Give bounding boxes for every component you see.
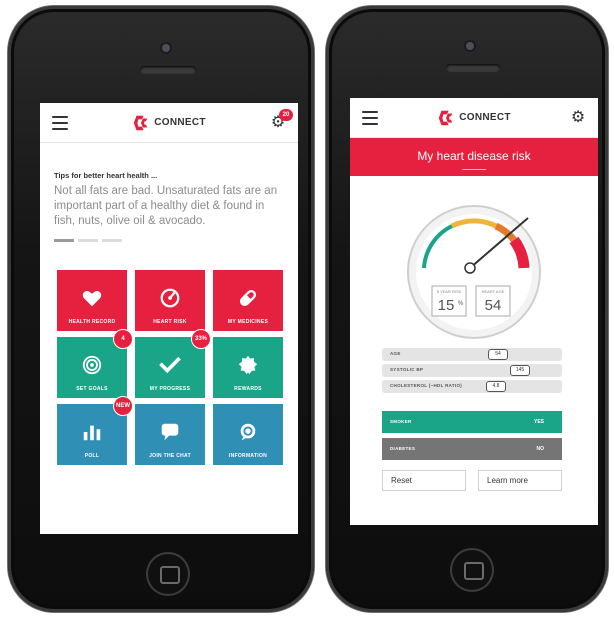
risk-factors: AGE 54 SYSTOLIC BP 145 CHOLESTEROL (~HDL…: [382, 348, 562, 396]
tile-label: JOIN THE CHAT: [149, 453, 191, 459]
feature-grid: HEALTH RECORD HEART RISK MY MEDICINES SE…: [57, 270, 283, 465]
connect-logo-icon: [439, 110, 453, 125]
tile-label: SET GOALS: [76, 386, 108, 392]
brand-name: CONNECT: [154, 117, 206, 128]
metric-row-cholesterol: CHOLESTEROL (~HDL RATIO) 4.8: [382, 380, 562, 393]
tips-body: Not all fats are bad. Unsaturated fats a…: [54, 185, 278, 227]
cholesterol-field[interactable]: 4.8: [486, 381, 506, 392]
gauge-pivot: [464, 262, 476, 274]
tile-set-goals[interactable]: SET GOALS 4: [57, 329, 133, 398]
systolic-bp-field[interactable]: 145: [510, 365, 530, 376]
front-camera: [162, 44, 170, 52]
metric-row-age: AGE 54: [382, 348, 562, 361]
metric-label: AGE: [390, 351, 401, 356]
metric-label: CHOLESTEROL (~HDL RATIO): [390, 383, 463, 388]
tile-rewards[interactable]: REWARDS: [213, 337, 283, 398]
five-year-risk-unit: %: [458, 301, 464, 307]
smoker-toggle[interactable]: SMOKER YES: [382, 411, 562, 433]
app-header: CONNECT ⚙ 20: [40, 103, 298, 143]
carousel-dot[interactable]: [102, 239, 122, 242]
info-icon: [240, 423, 256, 441]
tile-label: MY MEDICINES: [227, 319, 269, 325]
toggle-value: YES: [533, 419, 544, 425]
earpiece-speaker: [446, 64, 500, 72]
target-icon: [82, 355, 102, 375]
check-icon: [159, 356, 181, 374]
progress-percent-badge: 33%: [191, 329, 211, 349]
tile-heart-risk[interactable]: HEART RISK: [135, 270, 205, 331]
reset-button[interactable]: Reset: [382, 470, 466, 491]
carousel-indicator[interactable]: [54, 239, 284, 242]
stage: CONNECT ⚙ 20 Tips for better heart healt…: [0, 0, 614, 617]
tile-join-the-chat[interactable]: JOIN THE CHAT: [135, 404, 205, 465]
carousel-dot[interactable]: [78, 239, 98, 242]
heart-age-label: HEART AGE: [482, 289, 505, 294]
five-year-risk-label: 5 YEAR RISK: [437, 289, 462, 294]
brand-name: CONNECT: [459, 112, 511, 123]
tile-label: HEALTH RECORD: [68, 319, 116, 325]
goals-count-badge: 4: [113, 329, 133, 349]
tips-panel: Tips for better heart health ... Not all…: [40, 143, 298, 242]
pill-icon: [239, 289, 257, 307]
gauge-icon: [160, 288, 180, 308]
tips-title: Tips for better heart health ...: [54, 171, 158, 180]
badge-icon: [238, 355, 258, 375]
metric-row-systolic-bp: SYSTOLIC BP 145: [382, 364, 562, 377]
learn-more-button[interactable]: Learn more: [478, 470, 562, 491]
toggle-label: DIABETES: [390, 446, 416, 451]
tile-label: REWARDS: [234, 386, 262, 392]
tile-information[interactable]: INFORMATION: [213, 404, 283, 465]
home-button[interactable]: [146, 552, 190, 596]
app-header: CONNECT ⚙: [350, 98, 598, 138]
age-field[interactable]: 54: [488, 349, 508, 360]
brand: CONNECT: [437, 109, 511, 127]
tile-label: HEART RISK: [153, 319, 187, 325]
diabetes-toggle[interactable]: DIABETES NO: [382, 438, 562, 460]
chat-icon: [161, 423, 179, 441]
connect-logo-icon: [134, 115, 148, 130]
earpiece-speaker: [140, 66, 196, 74]
front-camera: [466, 42, 474, 50]
risk-gauge: 5 YEAR RISK HEART AGE 15 % 54: [407, 205, 541, 339]
tile-label: MY PROGRESS: [149, 386, 191, 392]
left-screen: CONNECT ⚙ 20 Tips for better heart healt…: [40, 103, 298, 534]
settings-gear-icon[interactable]: ⚙: [570, 110, 586, 126]
menu-icon[interactable]: [362, 111, 378, 125]
heart-age-value: 54: [485, 297, 502, 314]
tile-label: POLL: [84, 453, 100, 459]
toggle-label: SMOKER: [390, 419, 412, 424]
heart-icon: [82, 291, 102, 307]
right-screen: CONNECT ⚙ My heart disease risk 5 YEAR R…: [350, 98, 598, 525]
bar-chart-icon: [83, 425, 101, 441]
tile-my-medicines[interactable]: MY MEDICINES: [213, 270, 283, 331]
page-title: My heart disease risk: [350, 138, 598, 176]
tile-health-record[interactable]: HEALTH RECORD: [57, 270, 127, 331]
new-badge: NEW: [113, 396, 133, 416]
notification-badge: 20: [279, 109, 293, 121]
metric-label: SYSTOLIC BP: [390, 367, 424, 372]
brand: CONNECT: [132, 114, 206, 132]
toggle-value: NO: [536, 446, 545, 452]
tile-poll[interactable]: POLL NEW: [57, 396, 133, 465]
home-button[interactable]: [450, 548, 494, 592]
five-year-risk-value: 15: [438, 297, 455, 314]
tile-label: INFORMATION: [228, 453, 268, 459]
carousel-dot[interactable]: [54, 239, 74, 242]
menu-icon[interactable]: [52, 116, 68, 130]
tile-my-progress[interactable]: MY PROGRESS 33%: [135, 329, 211, 398]
